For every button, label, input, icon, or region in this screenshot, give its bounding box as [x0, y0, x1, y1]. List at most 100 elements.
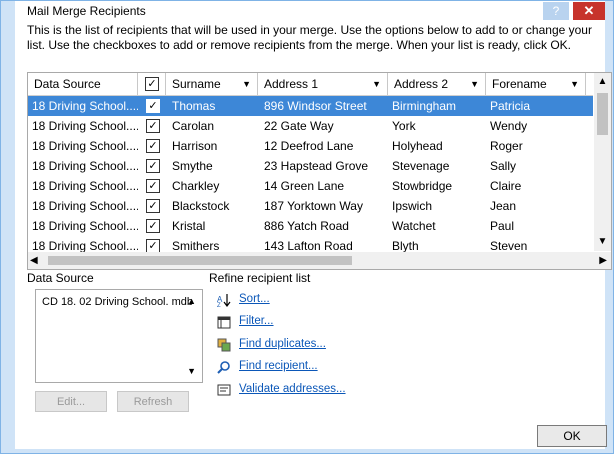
row-checkbox[interactable]: ✓ — [146, 159, 160, 173]
cell-data-source: 18 Driving School.... — [32, 139, 138, 153]
cell-forename: Jean — [490, 199, 517, 213]
chevron-down-icon[interactable]: ▼ — [470, 73, 479, 95]
table-row[interactable]: 18 Driving School.... ✓ Kristal 886 Yatc… — [28, 216, 593, 236]
column-header-address2[interactable]: Address 2 ▼ — [388, 73, 486, 95]
refine-recipient-list-label: Refine recipient list — [209, 271, 311, 285]
chevron-down-icon[interactable]: ▼ — [570, 73, 579, 95]
cell-address2: Ipswich — [392, 199, 433, 213]
data-source-list[interactable]: CD 18. 02 Driving School. mdb ▲ ▼ — [35, 289, 203, 383]
scroll-up-icon[interactable]: ▲ — [594, 75, 611, 89]
duplicates-icon — [217, 338, 231, 352]
table-row[interactable]: 18 Driving School.... ✓ Carolan 22 Gate … — [28, 116, 593, 136]
cell-address2: Stowbridge — [392, 179, 453, 193]
cell-address2: Watchet — [392, 219, 436, 233]
cell-forename: Roger — [490, 139, 523, 153]
validate-addresses-option: Validate addresses... — [217, 382, 417, 400]
horizontal-scroll-thumb[interactable] — [48, 256, 352, 265]
filter-link[interactable]: Filter... — [239, 315, 274, 327]
cell-surname: Harrison — [172, 139, 218, 153]
table-row[interactable]: 18 Driving School.... ✓ Blackstock 187 Y… — [28, 196, 593, 216]
title-bar: Mail Merge Recipients ? ✕ — [15, 1, 605, 21]
validate-icon — [217, 384, 231, 396]
cell-address1: 896 Windsor Street — [264, 99, 367, 113]
table-row[interactable]: 18 Driving School.... ✓ Smythe 23 Hapste… — [28, 156, 593, 176]
table-row[interactable]: 18 Driving School.... ✓ Charkley 14 Gree… — [28, 176, 593, 196]
sort-link[interactable]: Sort... — [239, 293, 270, 305]
column-header-address1[interactable]: Address 1 ▼ — [258, 73, 388, 95]
row-checkbox[interactable]: ✓ — [146, 139, 160, 153]
cell-surname: Blackstock — [172, 199, 230, 213]
column-header-checkbox[interactable]: ✓ — [138, 73, 166, 95]
filter-option: Filter... — [217, 314, 417, 332]
mail-merge-recipients-dialog: Mail Merge Recipients ? ✕ This is the li… — [0, 0, 614, 454]
column-label: Surname — [172, 77, 221, 91]
table-row[interactable]: 18 Driving School.... ✓ Thomas 896 Winds… — [28, 96, 593, 116]
scroll-right-icon[interactable]: ▶ — [599, 252, 607, 269]
cell-data-source: 18 Driving School.... — [32, 99, 138, 113]
find-duplicates-option: Find duplicates... — [217, 337, 417, 355]
horizontal-scrollbar[interactable]: ◀ ▶ — [28, 252, 611, 269]
row-checkbox[interactable]: ✓ — [146, 179, 160, 193]
find-icon — [217, 361, 230, 374]
select-all-checkbox[interactable]: ✓ — [145, 77, 159, 91]
cell-address1: 23 Hapstead Grove — [264, 159, 369, 173]
recipients-table: Data Source ✓ Surname ▼ Address 1 ▼ Addres… — [27, 72, 612, 270]
cell-forename: Sally — [490, 159, 517, 173]
column-header-forename[interactable]: Forename ▼ — [486, 73, 586, 95]
find-duplicates-link[interactable]: Find duplicates... — [239, 338, 326, 350]
find-recipient-link[interactable]: Find recipient... — [239, 360, 318, 372]
window-border-bottom — [1, 449, 613, 453]
list-item[interactable]: CD 18. 02 Driving School. mdb — [42, 296, 193, 308]
column-header-data-source[interactable]: Data Source — [28, 73, 138, 95]
cell-address1: 22 Gate Way — [264, 119, 334, 133]
refresh-button[interactable]: Refresh — [117, 391, 189, 412]
cell-data-source: 18 Driving School.... — [32, 119, 138, 133]
cell-address2: Birmingham — [392, 99, 457, 113]
column-label: Data Source — [34, 77, 101, 91]
svg-text:Z: Z — [217, 303, 221, 307]
chevron-down-icon[interactable]: ▼ — [372, 73, 381, 95]
scroll-left-icon[interactable]: ◀ — [30, 252, 38, 269]
scroll-down-icon[interactable]: ▼ — [187, 366, 196, 376]
row-checkbox[interactable]: ✓ — [146, 199, 160, 213]
scroll-down-icon[interactable]: ▼ — [594, 235, 611, 249]
column-header-surname[interactable]: Surname ▼ — [166, 73, 258, 95]
cell-forename: Wendy — [490, 119, 528, 133]
cell-address2: York — [392, 119, 416, 133]
table-header: Data Source ✓ Surname ▼ Address 1 ▼ Addres… — [28, 73, 593, 96]
cell-forename: Claire — [490, 179, 522, 193]
ok-button[interactable]: OK — [537, 425, 607, 447]
vertical-scrollbar[interactable]: ▲ ▼ — [594, 73, 611, 251]
cell-surname: Kristal — [172, 219, 206, 233]
edit-button[interactable]: Edit... — [35, 391, 107, 412]
row-checkbox[interactable]: ✓ — [146, 119, 160, 133]
cell-forename: Paul — [490, 219, 515, 233]
table-row[interactable]: 18 Driving School.... ✓ Harrison 12 Deef… — [28, 136, 593, 156]
column-label: Address 1 — [264, 77, 319, 91]
cell-forename: Patricia — [490, 99, 531, 113]
cell-address1: 12 Deefrod Lane — [264, 139, 354, 153]
row-checkbox[interactable]: ✓ — [146, 99, 160, 113]
column-label: Forename — [492, 77, 547, 91]
column-label: Address 2 — [394, 77, 449, 91]
window-border-left — [1, 1, 15, 453]
help-button[interactable]: ? — [543, 2, 569, 20]
row-checkbox[interactable]: ✓ — [146, 239, 160, 253]
table-body: 18 Driving School.... ✓ Thomas 896 Winds… — [28, 96, 593, 256]
cell-address2: Stevenage — [392, 159, 450, 173]
vertical-scroll-thumb[interactable] — [597, 93, 608, 135]
data-source-label: Data Source — [27, 271, 94, 285]
row-checkbox[interactable]: ✓ — [146, 219, 160, 233]
sort-icon: A Z — [217, 294, 231, 307]
scroll-up-icon[interactable]: ▲ — [187, 296, 196, 306]
sort-option: A Z Sort... — [217, 292, 417, 310]
cell-surname: Smythe — [172, 159, 213, 173]
validate-addresses-link[interactable]: Validate addresses... — [239, 383, 346, 395]
cell-data-source: 18 Driving School.... — [32, 179, 138, 193]
cell-data-source: 18 Driving School.... — [32, 219, 138, 233]
cell-address2: Holyhead — [392, 139, 443, 153]
cell-address1: 187 Yorktown Way — [264, 199, 363, 213]
cell-surname: Charkley — [172, 179, 220, 193]
close-button[interactable]: ✕ — [573, 2, 605, 20]
chevron-down-icon[interactable]: ▼ — [242, 73, 251, 95]
